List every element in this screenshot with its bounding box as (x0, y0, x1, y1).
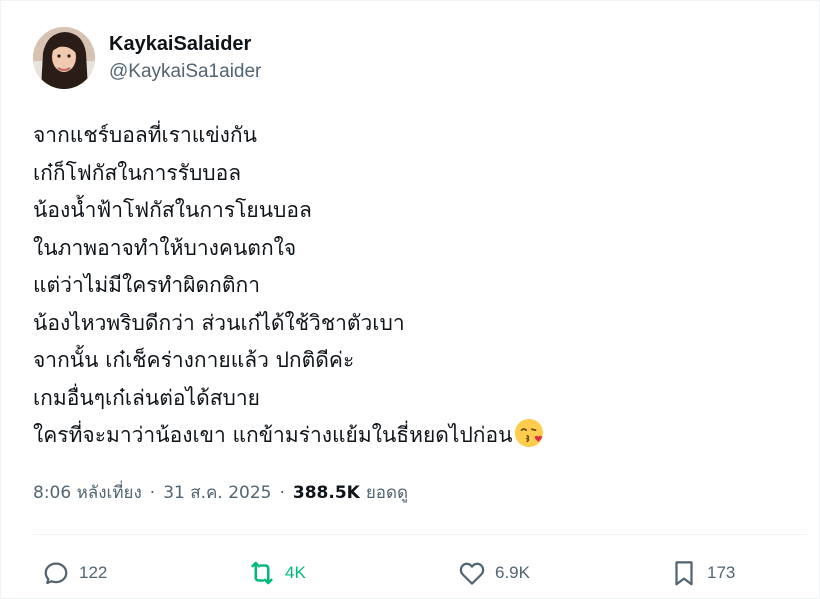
post-header: KaykaiSalaider @KaykaiSa1aider (33, 27, 261, 89)
post-card: KaykaiSalaider @KaykaiSa1aider จากแชร์บอ… (0, 0, 820, 599)
post-line-text: ใครที่จะมาว่าน้องเขา แกข้ามร่างแย้มในธี่… (33, 423, 513, 447)
post-line: จากแชร์บอลที่เราแข่งกัน (33, 123, 257, 147)
repost-button[interactable]: 4K (247, 553, 306, 593)
repost-count: 4K (285, 563, 306, 582)
meta-separator: · (149, 482, 156, 503)
bookmark-count: 173 (707, 563, 736, 582)
repost-icon (251, 561, 273, 585)
views-count: 388.5K (292, 482, 360, 503)
like-button[interactable]: 6.9K (457, 553, 530, 593)
post-line: จากนั้น เก๋เช็คร่างกายแล้ว ปกติดีค่ะ (33, 348, 355, 372)
bookmark-button[interactable]: 173 (669, 553, 735, 593)
author-names: KaykaiSalaider @KaykaiSa1aider (109, 31, 261, 85)
reply-count: 122 (79, 563, 108, 582)
post-time[interactable]: 8:06 หลังเที่ยง (33, 479, 142, 506)
author-display-name[interactable]: KaykaiSalaider (109, 31, 261, 57)
heart-icon (459, 562, 485, 585)
divider (33, 534, 807, 535)
post-line: น้องไหวพริบดีกว่า ส่วนเก๋ได้ใช้วิชาตัวเบ… (33, 310, 405, 335)
post-date[interactable]: 31 ส.ค. 2025 (163, 479, 271, 506)
post-line: เก๋ก็โฟกัสในการรับบอล (33, 160, 242, 185)
post-line: น้องน้ำฟ้าโฟกัสในการโยนบอล (33, 198, 312, 222)
action-bar: 122 4K 6.9K 173 (33, 553, 793, 593)
post-line: แต่ว่าไม่มีใครทำผิดกติกา (33, 273, 261, 297)
like-count: 6.9K (495, 563, 530, 582)
post-text: จากแชร์บอลที่เราแข่งกัน เก๋ก็โฟกัสในการร… (33, 117, 793, 455)
bookmark-icon (675, 561, 693, 586)
avatar[interactable] (33, 27, 95, 89)
post-metadata: 8:06 หลังเที่ยง · 31 ส.ค. 2025 · 388.5K … (33, 479, 408, 506)
post-line: ในภาพอาจทำให้บางคนตกใจ (33, 235, 297, 260)
post-line: เกมอื่นๆเก๋เล่นต่อได้สบาย (33, 385, 260, 410)
reply-icon (44, 562, 68, 585)
avatar-photo (33, 27, 95, 89)
kiss-emoji-icon (515, 418, 544, 448)
post-line-last: ใครที่จะมาว่าน้องเขา แกข้ามร่างแย้มในธี่… (33, 417, 793, 455)
author-handle[interactable]: @KaykaiSa1aider (109, 59, 261, 85)
views-label: ยอดดู (365, 483, 409, 503)
meta-separator: · (279, 482, 285, 503)
reply-button[interactable]: 122 (41, 553, 107, 593)
